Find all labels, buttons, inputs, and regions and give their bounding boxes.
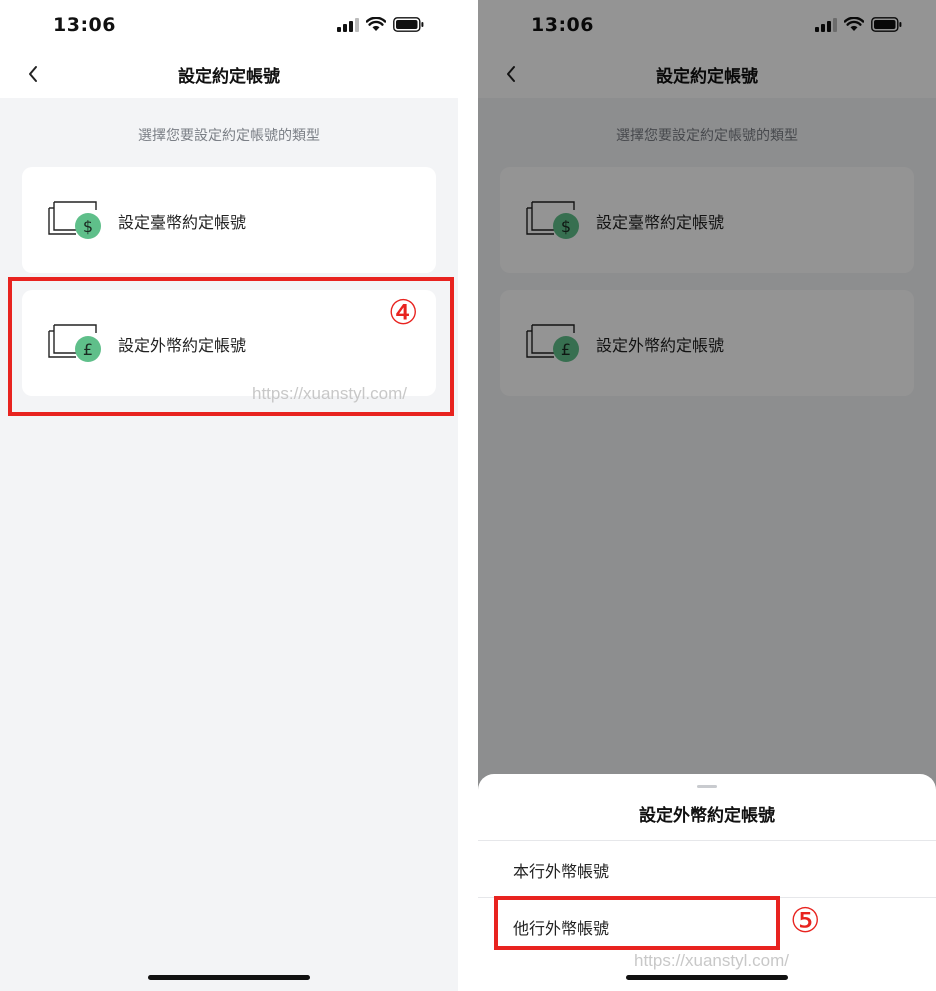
sheet-option-other-bank-foreign-account[interactable]: 他行外幣帳號 [478, 898, 936, 954]
signal-icon [337, 17, 359, 32]
sheet-title: 設定外幣約定帳號 [639, 806, 775, 826]
screen-left: 13:06 設定約定帳號 選擇您要設定約定帳號的類型 $ 設定臺幣約定帳號 £ … [0, 0, 458, 991]
svg-text:$: $ [83, 217, 93, 236]
option-label-twd: 設定臺幣約定帳號 [118, 213, 247, 232]
status-time: 13:06 [53, 14, 116, 36]
option-label-foreign: 設定外幣約定帳號 [118, 336, 247, 355]
step-number-4: ④ [388, 293, 419, 333]
dollar-wallet-icon: $ [48, 201, 101, 239]
page-title: 設定約定帳號 [178, 67, 280, 87]
status-bar: 13:06 [0, 0, 458, 52]
wifi-icon [366, 17, 386, 31]
nav-bar: 設定約定帳號 [0, 52, 458, 98]
svg-text:£: £ [83, 340, 93, 359]
sheet-option-label: 本行外幣帳號 [513, 862, 610, 881]
pound-wallet-icon: £ [48, 324, 101, 362]
sheet-drag-handle[interactable] [697, 785, 717, 788]
status-icons [337, 17, 424, 32]
sheet-option-local-foreign-account[interactable]: 本行外幣帳號 [478, 841, 936, 897]
sheet-option-label: 他行外幣帳號 [513, 919, 610, 938]
page-subtitle: 選擇您要設定約定帳號的類型 [138, 128, 320, 144]
watermark: https://xuanstyl.com/ [634, 951, 789, 970]
watermark: https://xuanstyl.com/ [252, 384, 407, 403]
option-card-twd[interactable]: $ 設定臺幣約定帳號 [22, 167, 436, 273]
home-indicator [626, 975, 788, 980]
home-indicator [148, 975, 310, 980]
option-card-foreign[interactable]: £ 設定外幣約定帳號 [22, 290, 436, 396]
battery-icon [393, 17, 424, 32]
step-number-5: ⑤ [790, 901, 821, 941]
screen-right: 13:06 設定約定帳號 選擇您要設定約定帳號的類型 $ 設定臺幣約定帳號 £ … [478, 0, 936, 991]
